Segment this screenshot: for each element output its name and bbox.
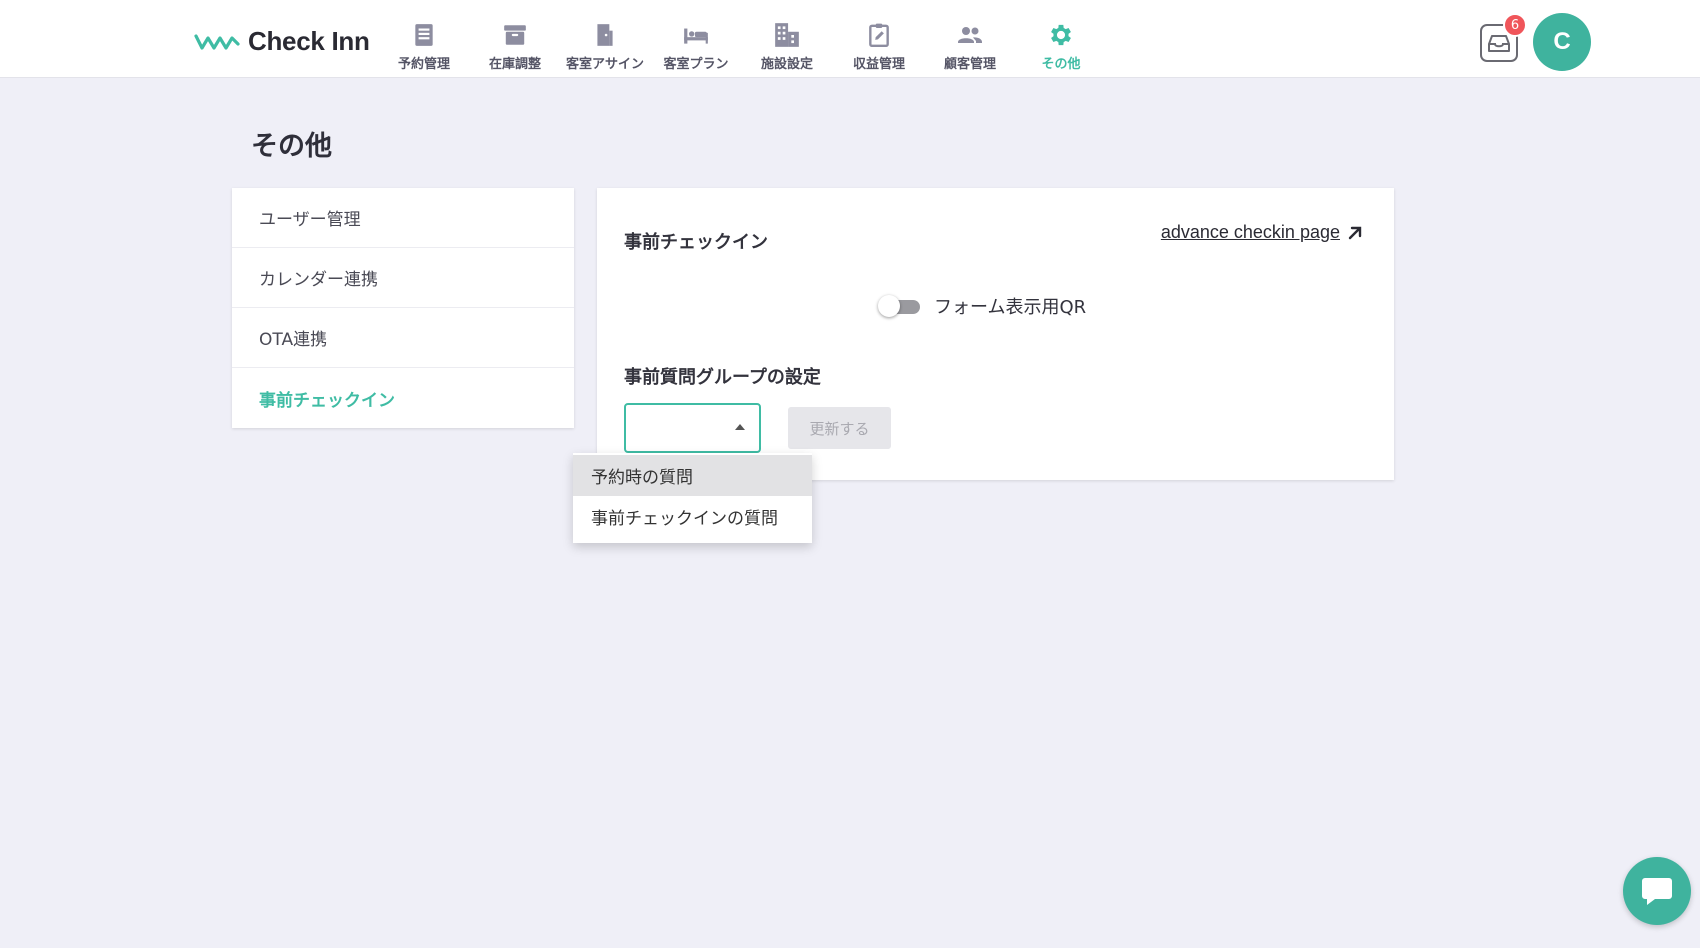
building-icon — [773, 21, 801, 49]
nav-label: 顧客管理 — [943, 57, 996, 72]
nav-item-reservations[interactable]: 予約管理 — [378, 0, 470, 78]
page-title: その他 — [251, 131, 332, 162]
nav-item-inventory[interactable]: 在庫調整 — [469, 0, 561, 78]
door-icon — [591, 21, 619, 49]
caret-up-icon — [735, 424, 745, 430]
notification-count-badge: 6 — [1503, 13, 1527, 37]
nav-label: その他 — [1041, 57, 1081, 72]
nav-item-other[interactable]: その他 — [1015, 0, 1107, 78]
update-button[interactable]: 更新する — [788, 407, 891, 449]
qr-form-toggle[interactable] — [878, 294, 920, 318]
nav-item-facility[interactable]: 施設設定 — [741, 0, 833, 78]
clipboard-edit-icon — [865, 21, 893, 49]
app-logo[interactable]: Check Inn — [194, 26, 370, 57]
reservation-list-icon — [410, 21, 438, 49]
nav-label: 収益管理 — [852, 57, 905, 72]
nav-item-revenue[interactable]: 収益管理 — [833, 0, 925, 78]
top-navigation-bar: Check Inn 予約管理 在庫調整 客室アサイン 客室プラン 施設設定 収益… — [0, 0, 1700, 78]
side-item-user-management[interactable]: ユーザー管理 — [232, 188, 574, 248]
qr-toggle-label: フォーム表示用QR — [934, 297, 1087, 318]
question-group-label: 事前質問グループの設定 — [624, 367, 821, 388]
advance-checkin-page-link[interactable]: advance checkin page — [1161, 222, 1364, 243]
bed-icon — [682, 21, 710, 49]
question-group-select[interactable] — [624, 403, 761, 453]
people-icon — [956, 21, 984, 49]
user-avatar[interactable]: C — [1533, 13, 1591, 71]
chat-support-button[interactable] — [1623, 857, 1691, 925]
dropdown-option-checkin-questions[interactable]: 事前チェックインの質問 — [573, 496, 812, 537]
side-item-advance-checkin[interactable]: 事前チェックイン — [232, 368, 574, 428]
gear-icon — [1047, 21, 1075, 49]
external-link-arrow-icon — [1348, 226, 1362, 239]
chat-bubble-icon — [1642, 878, 1672, 905]
nav-label: 客室プラン — [663, 57, 729, 72]
nav-label: 客室アサイン — [565, 57, 644, 72]
nav-label: 在庫調整 — [488, 57, 541, 72]
advance-checkin-panel: 事前チェックイン advance checkin page フォーム表示用QR … — [597, 188, 1394, 480]
question-group-dropdown: 予約時の質問 事前チェックインの質問 — [573, 453, 812, 543]
panel-title: 事前チェックイン — [624, 232, 768, 253]
toggle-thumb — [878, 295, 900, 317]
nav-item-customers[interactable]: 顧客管理 — [924, 0, 1016, 78]
logo-wave-icon — [194, 33, 240, 50]
nav-item-room-plan[interactable]: 客室プラン — [650, 0, 742, 78]
dropdown-option-reservation-questions[interactable]: 予約時の質問 — [573, 455, 812, 496]
nav-label: 施設設定 — [760, 57, 813, 72]
link-text: advance checkin page — [1160, 222, 1340, 242]
side-item-calendar-integration[interactable]: カレンダー連携 — [232, 248, 574, 308]
qr-toggle-row: フォーム表示用QR — [878, 293, 1086, 319]
nav-label: 予約管理 — [397, 57, 450, 72]
app-name: Check Inn — [248, 26, 370, 56]
side-item-ota-integration[interactable]: OTA連携 — [232, 308, 574, 368]
settings-side-menu: ユーザー管理 カレンダー連携 OTA連携 事前チェックイン — [232, 188, 574, 428]
inventory-box-icon — [501, 21, 529, 49]
nav-item-room-assign[interactable]: 客室アサイン — [559, 0, 651, 78]
